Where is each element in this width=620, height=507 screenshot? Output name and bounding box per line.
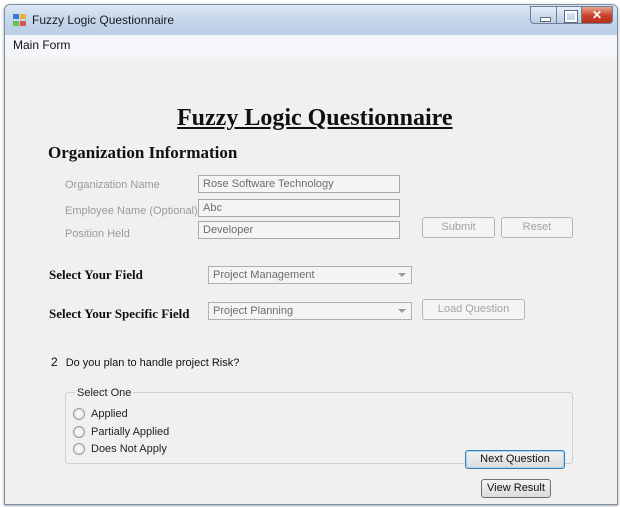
chevron-down-icon <box>398 309 406 313</box>
reset-button[interactable]: Reset <box>501 217 573 238</box>
organization-name-label: Organization Name <box>65 179 160 191</box>
app-window: Fuzzy Logic Questionnaire ✕ Main Form Fu… <box>4 4 618 505</box>
next-question-button[interactable]: Next Question <box>465 450 565 469</box>
select-one-title: Select One <box>75 387 134 399</box>
radio-button[interactable] <box>73 426 85 439</box>
question-text: 2 Do you plan to handle project Risk? <box>51 355 239 369</box>
title-bar: Fuzzy Logic Questionnaire ✕ <box>5 5 617 36</box>
option-label: Partially Applied <box>91 426 170 438</box>
field-dropdown-value: Project Management <box>213 269 315 281</box>
maximize-button[interactable] <box>556 6 582 24</box>
specific-field-label: Select Your Specific Field <box>49 306 190 321</box>
form-client-area: Fuzzy Logic Questionnaire Organization I… <box>5 57 617 504</box>
field-label: Select Your Field <box>49 267 143 282</box>
specific-field-dropdown-value: Project Planning <box>213 305 294 317</box>
menu-main-form[interactable]: Main Form <box>13 38 70 52</box>
employee-name-field[interactable]: Abc <box>198 199 400 217</box>
organization-name-field[interactable]: Rose Software Technology <box>198 175 400 193</box>
position-held-label: Position Held <box>65 228 130 240</box>
close-icon: ✕ <box>591 8 603 22</box>
option-does-not-apply[interactable]: Does Not Apply <box>73 443 167 456</box>
view-result-button[interactable]: View Result <box>481 479 551 498</box>
window-title: Fuzzy Logic Questionnaire <box>32 13 175 27</box>
question-label: Do you plan to handle project Risk? <box>65 357 240 369</box>
submit-button[interactable]: Submit <box>422 217 495 238</box>
chevron-down-icon <box>398 273 406 277</box>
page-title: Fuzzy Logic Questionnaire <box>177 105 453 131</box>
position-held-field[interactable]: Developer <box>198 221 400 239</box>
employee-name-label: Employee Name (Optional) <box>65 205 198 217</box>
option-applied[interactable]: Applied <box>73 408 128 421</box>
menu-bar: Main Form <box>5 35 617 57</box>
specific-field-dropdown[interactable]: Project Planning <box>208 302 412 320</box>
option-label: Applied <box>91 408 128 420</box>
radio-button[interactable] <box>73 443 85 456</box>
close-button[interactable]: ✕ <box>581 6 613 24</box>
radio-button[interactable] <box>73 408 85 421</box>
app-icon <box>13 14 26 26</box>
question-number: 2 <box>51 355 58 369</box>
load-question-button[interactable]: Load Question <box>422 299 525 320</box>
option-label: Does Not Apply <box>91 443 167 455</box>
option-partially-applied[interactable]: Partially Applied <box>73 426 170 439</box>
minimize-button[interactable] <box>530 6 557 24</box>
field-dropdown[interactable]: Project Management <box>208 266 412 284</box>
section-title-organization: Organization Information <box>48 143 238 162</box>
